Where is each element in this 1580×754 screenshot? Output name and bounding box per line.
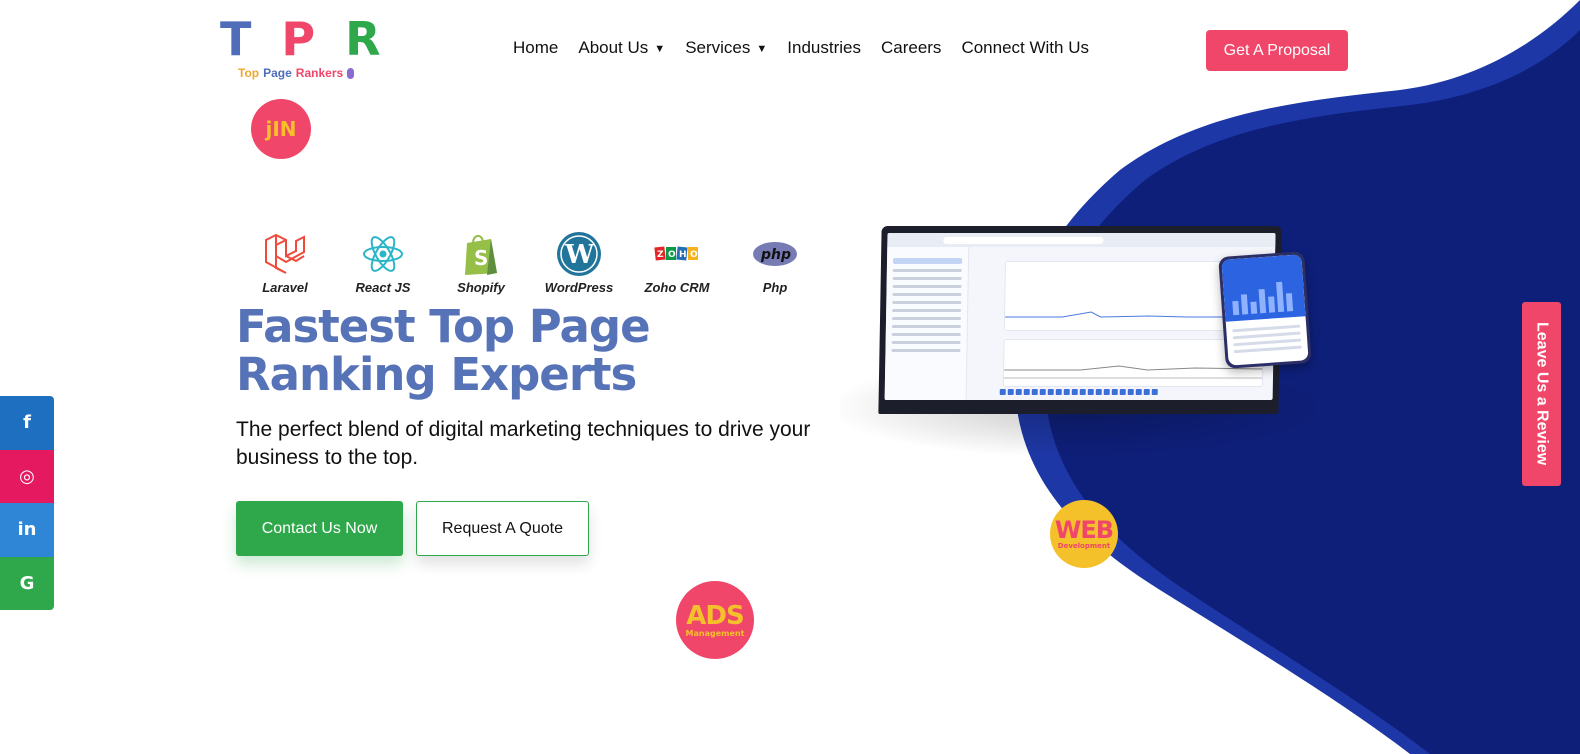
zoho-icon: ZOHO [647, 230, 707, 278]
taskbar [885, 389, 1273, 397]
tagline-word: Rankers [295, 66, 344, 80]
svg-text:Z: Z [657, 250, 664, 260]
badge-subtitle: Development [1057, 542, 1111, 550]
badge-subtitle: Management [685, 628, 745, 638]
svg-text:php: php [760, 247, 791, 263]
tech-label: Php [762, 280, 788, 295]
tech-item-zoho: ZOHO Zoho CRM [628, 230, 726, 295]
microphone-icon [347, 67, 355, 79]
phone-screen [1221, 254, 1309, 366]
tech-item-laravel: Laravel [236, 230, 334, 295]
nav-about-us[interactable]: About Us ▼ [578, 38, 665, 58]
badge-title: ADS [686, 600, 744, 631]
chevron-down-icon: ▼ [756, 43, 768, 55]
tech-label: WordPress [544, 280, 614, 295]
svg-text:S: S [474, 246, 488, 270]
contact-us-button[interactable]: Contact Us Now [236, 501, 403, 556]
tagline-word: Page [263, 66, 292, 80]
phone-mockup [1218, 251, 1312, 369]
console-sidebar [884, 247, 970, 400]
nav-industries[interactable]: Industries [787, 38, 861, 58]
tech-label: Laravel [262, 280, 308, 295]
request-quote-button[interactable]: Request A Quote [416, 501, 589, 556]
social-sidebar: f ◎ in G [0, 396, 54, 610]
main-nav: Home About Us ▼ Services ▼ Industries Care… [513, 38, 1089, 58]
tech-label: Shopify [457, 280, 505, 295]
tagline-word: Top [238, 66, 260, 80]
tech-label: React JS [355, 280, 411, 295]
floating-badge-top: jΙN [251, 99, 311, 159]
review-tab-label: Leave Us a Review [1533, 322, 1551, 466]
nav-careers[interactable]: Careers [881, 38, 941, 58]
nav-label: Connect With Us [961, 38, 1089, 57]
logo-letter-t: T [220, 12, 252, 66]
nav-label: Careers [880, 38, 942, 57]
badge-glyph: jΙN [265, 117, 297, 141]
leave-review-tab[interactable]: Leave Us a Review [1522, 302, 1561, 486]
logo-tagline: Top Page Rankers [238, 66, 370, 80]
web-development-badge: WEB Development [1050, 500, 1118, 568]
laptop-mockup [878, 226, 1282, 414]
svg-text:O: O [690, 250, 698, 260]
nav-label: Home [513, 38, 559, 57]
hero-title-line: Ranking Experts [236, 348, 637, 401]
logo-letter-p: P [281, 12, 316, 66]
chevron-down-icon: ▼ [654, 43, 666, 55]
laravel-icon [255, 230, 315, 278]
tech-stack-row: Laravel React JS S Shopify W WordPress Z… [236, 230, 824, 295]
php-icon: php [745, 230, 805, 278]
nav-home[interactable]: Home [513, 38, 558, 58]
wordpress-icon: W [549, 230, 609, 278]
instagram-icon[interactable]: ◎ [0, 449, 54, 503]
ads-management-badge: ADS Management [676, 581, 754, 659]
tech-item-php: php Php [726, 230, 824, 295]
tech-item-shopify: S Shopify [432, 230, 530, 295]
shopify-icon: S [451, 230, 511, 278]
nav-label: About Us [578, 38, 649, 57]
tech-item-react: React JS [334, 230, 432, 295]
nav-connect-with-us[interactable]: Connect With Us [961, 38, 1089, 58]
laptop-screen [884, 233, 1276, 400]
hero-subtitle: The perfect blend of digital marketing t… [236, 418, 811, 469]
nav-label: Services [685, 38, 751, 57]
badge-title: WEB [1054, 516, 1114, 544]
svg-text:W: W [564, 240, 595, 270]
svg-text:O: O [668, 250, 676, 260]
hero-title: Fastest Top Page Ranking Experts [236, 303, 796, 399]
google-icon[interactable]: G [0, 556, 54, 610]
nav-label: Industries [787, 38, 861, 57]
hero-title-line: Fastest Top Page [236, 300, 651, 353]
logo-letter-r: R [345, 12, 381, 66]
facebook-icon[interactable]: f [0, 396, 54, 450]
svg-text:H: H [679, 250, 687, 260]
react-icon [353, 230, 413, 278]
tech-label: Zoho CRM [644, 280, 710, 295]
get-proposal-button[interactable]: Get A Proposal [1206, 30, 1348, 71]
tech-item-wordpress: W WordPress [530, 230, 628, 295]
linkedin-icon[interactable]: in [0, 503, 54, 557]
nav-services[interactable]: Services ▼ [685, 38, 767, 58]
brand-logo[interactable]: T P R Top Page Rankers [220, 12, 381, 84]
browser-bar [887, 233, 1276, 247]
logo-letters: T P R [220, 12, 381, 66]
